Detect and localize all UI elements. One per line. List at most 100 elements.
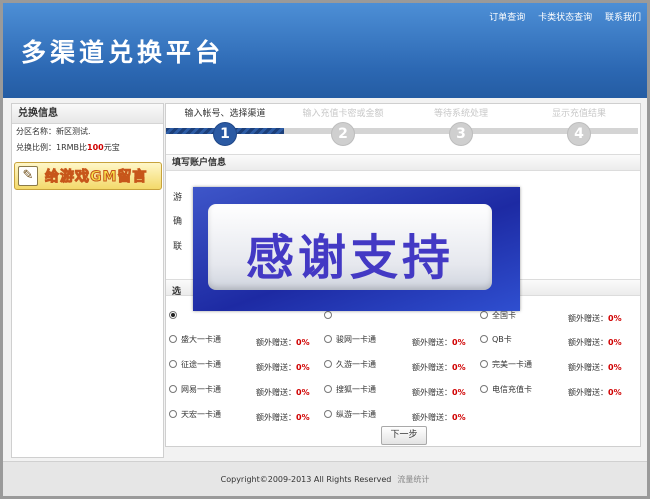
channel-name: 纵游一卡通: [336, 410, 376, 419]
channel-bonus: 额外赠送：0%: [568, 337, 622, 348]
thanks-card: 感谢支持: [208, 204, 492, 290]
bonus-value: 0%: [608, 314, 622, 323]
channel-bonus: 额外赠送：0%: [412, 337, 466, 348]
bonus-label: 额外赠送：: [412, 388, 452, 397]
channel-bonus: 额外赠送：0%: [568, 387, 622, 398]
message-gm-button[interactable]: ✎ 给游戏GM留言: [14, 162, 162, 190]
bonus-value: 0%: [452, 413, 466, 422]
channel-bonus: 额外赠送：0%: [256, 337, 310, 348]
thanks-text: 感谢支持: [245, 230, 454, 286]
message-gm-label: 给游戏GM留言: [44, 169, 148, 186]
ratio-prefix: 兑换比例：1RMB比: [16, 143, 88, 152]
step-label: 输入充值卡密或金额: [302, 109, 384, 119]
channel-name: 盛大一卡通: [181, 335, 221, 344]
channel-name: 网易一卡通: [181, 385, 221, 394]
bonus-label: 额外赠送：: [256, 338, 296, 347]
channel-radio[interactable]: [169, 385, 177, 393]
account-info-heading: 填写账户信息: [166, 154, 640, 171]
channel-name: 电信充值卡: [492, 385, 532, 394]
next-step-button[interactable]: 下一步: [381, 426, 427, 445]
bonus-label: 额外赠送：: [256, 413, 296, 422]
order-query-link[interactable]: 订单查询: [489, 13, 525, 23]
channel-name: 全国卡: [492, 311, 516, 320]
channel-radio[interactable]: [480, 385, 488, 393]
channel-name: 征途一卡通: [181, 360, 221, 369]
channel-name: 骏网一卡通: [336, 335, 376, 344]
channel-name: 久游一卡通: [336, 360, 376, 369]
step-1: 输入帐号、选择渠道 1: [166, 104, 284, 146]
step-number: 3: [449, 122, 473, 146]
bonus-label: 额外赠送：: [256, 363, 296, 372]
footer: Copyright©2009-2013 All Rights Reserved 流…: [3, 461, 647, 496]
channel-radio[interactable]: [324, 311, 332, 319]
traffic-stats-link[interactable]: 流量统计: [397, 475, 429, 484]
channel-bonus: 额外赠送：0%: [568, 362, 622, 373]
confirm-account-label: 确: [173, 217, 183, 227]
ratio-info: 兑换比例：1RMB比100元宝: [12, 140, 163, 156]
channel-radio[interactable]: [324, 385, 332, 393]
channel-radio[interactable]: [169, 410, 177, 418]
channel-name: 完美一卡通: [492, 360, 532, 369]
top-links: 订单查询 卡类状态查询 联系我们: [479, 10, 641, 23]
channel-radio[interactable]: [324, 360, 332, 368]
zone-value: 新区测试.: [56, 127, 91, 136]
channel-bonus: 额外赠送：0%: [412, 387, 466, 398]
bonus-value: 0%: [452, 338, 466, 347]
bonus-label: 额外赠送：: [412, 363, 452, 372]
bonus-label: 额外赠送：: [568, 363, 608, 372]
progress-steps: 输入帐号、选择渠道 1 输入充值卡密或金额 2 等待系统处理 3 显示充值结果 …: [166, 104, 640, 150]
channel-bonus: 额外赠送：0%: [412, 412, 466, 423]
channel-heading-text: 选: [172, 287, 182, 297]
channel-radio[interactable]: [169, 311, 177, 319]
channel-radio[interactable]: [480, 311, 488, 319]
step-number: 1: [213, 122, 237, 146]
bonus-label: 额外赠送：: [568, 338, 608, 347]
bonus-value: 0%: [608, 338, 622, 347]
bonus-value: 0%: [608, 388, 622, 397]
step-2: 输入充值卡密或金额 2: [284, 104, 402, 146]
note-pencil-icon: ✎: [18, 166, 38, 186]
contact-us-link[interactable]: 联系我们: [605, 13, 641, 23]
zone-info: 分区名称：新区测试.: [12, 124, 163, 140]
step-label: 等待系统处理: [433, 109, 488, 119]
bonus-label: 额外赠送：: [568, 314, 608, 323]
exchange-info-panel: 兑换信息 分区名称：新区测试. 兑换比例：1RMB比100元宝 ✎ 给游戏GM留…: [11, 103, 164, 458]
step-label: 输入帐号、选择渠道: [184, 109, 266, 119]
card-status-query-link[interactable]: 卡类状态查询: [538, 13, 592, 23]
channel-name: QB卡: [492, 335, 512, 344]
channel-radio[interactable]: [324, 335, 332, 343]
bonus-label: 额外赠送：: [568, 388, 608, 397]
channel-name: 天宏一卡通: [181, 410, 221, 419]
channel-radio[interactable]: [169, 335, 177, 343]
bonus-value: 0%: [452, 363, 466, 372]
step-number: 2: [331, 122, 355, 146]
header-banner: 多渠道兑换平台 订单查询 卡类状态查询 联系我们: [3, 3, 647, 98]
channel-radio[interactable]: [480, 335, 488, 343]
thanks-banner: 感谢支持: [193, 187, 520, 311]
bonus-label: 额外赠送：: [412, 338, 452, 347]
channel-radio[interactable]: [324, 410, 332, 418]
step-4: 显示充值结果 4: [520, 104, 638, 146]
channel-radio[interactable]: [480, 360, 488, 368]
bonus-value: 0%: [296, 338, 310, 347]
bonus-value: 0%: [296, 413, 310, 422]
bonus-label: 额外赠送：: [256, 388, 296, 397]
bonus-value: 0%: [452, 388, 466, 397]
channel-name: 搜狐一卡通: [336, 385, 376, 394]
channel-bonus: 额外赠送：0%: [568, 313, 622, 324]
site-title: 多渠道兑换平台: [21, 38, 225, 67]
copyright-text: Copyright©2009-2013 All Rights Reserved: [220, 475, 392, 484]
channel-radio[interactable]: [169, 360, 177, 368]
step-label: 显示充值结果: [551, 109, 606, 119]
page-frame: 多渠道兑换平台 订单查询 卡类状态查询 联系我们 兑换信息 分区名称：新区测试.…: [0, 0, 650, 499]
channel-bonus: 额外赠送：0%: [412, 362, 466, 373]
channel-bonus: 额外赠送：0%: [256, 412, 310, 423]
step-number: 4: [567, 122, 591, 146]
channel-bonus: 额外赠送：0%: [256, 387, 310, 398]
step-3: 等待系统处理 3: [402, 104, 520, 146]
bonus-label: 额外赠送：: [412, 413, 452, 422]
channel-bonus: 额外赠送：0%: [256, 362, 310, 373]
ratio-suffix: 元宝: [103, 143, 120, 152]
zone-label: 分区名称：: [16, 127, 56, 136]
game-account-label: 游: [173, 193, 183, 203]
